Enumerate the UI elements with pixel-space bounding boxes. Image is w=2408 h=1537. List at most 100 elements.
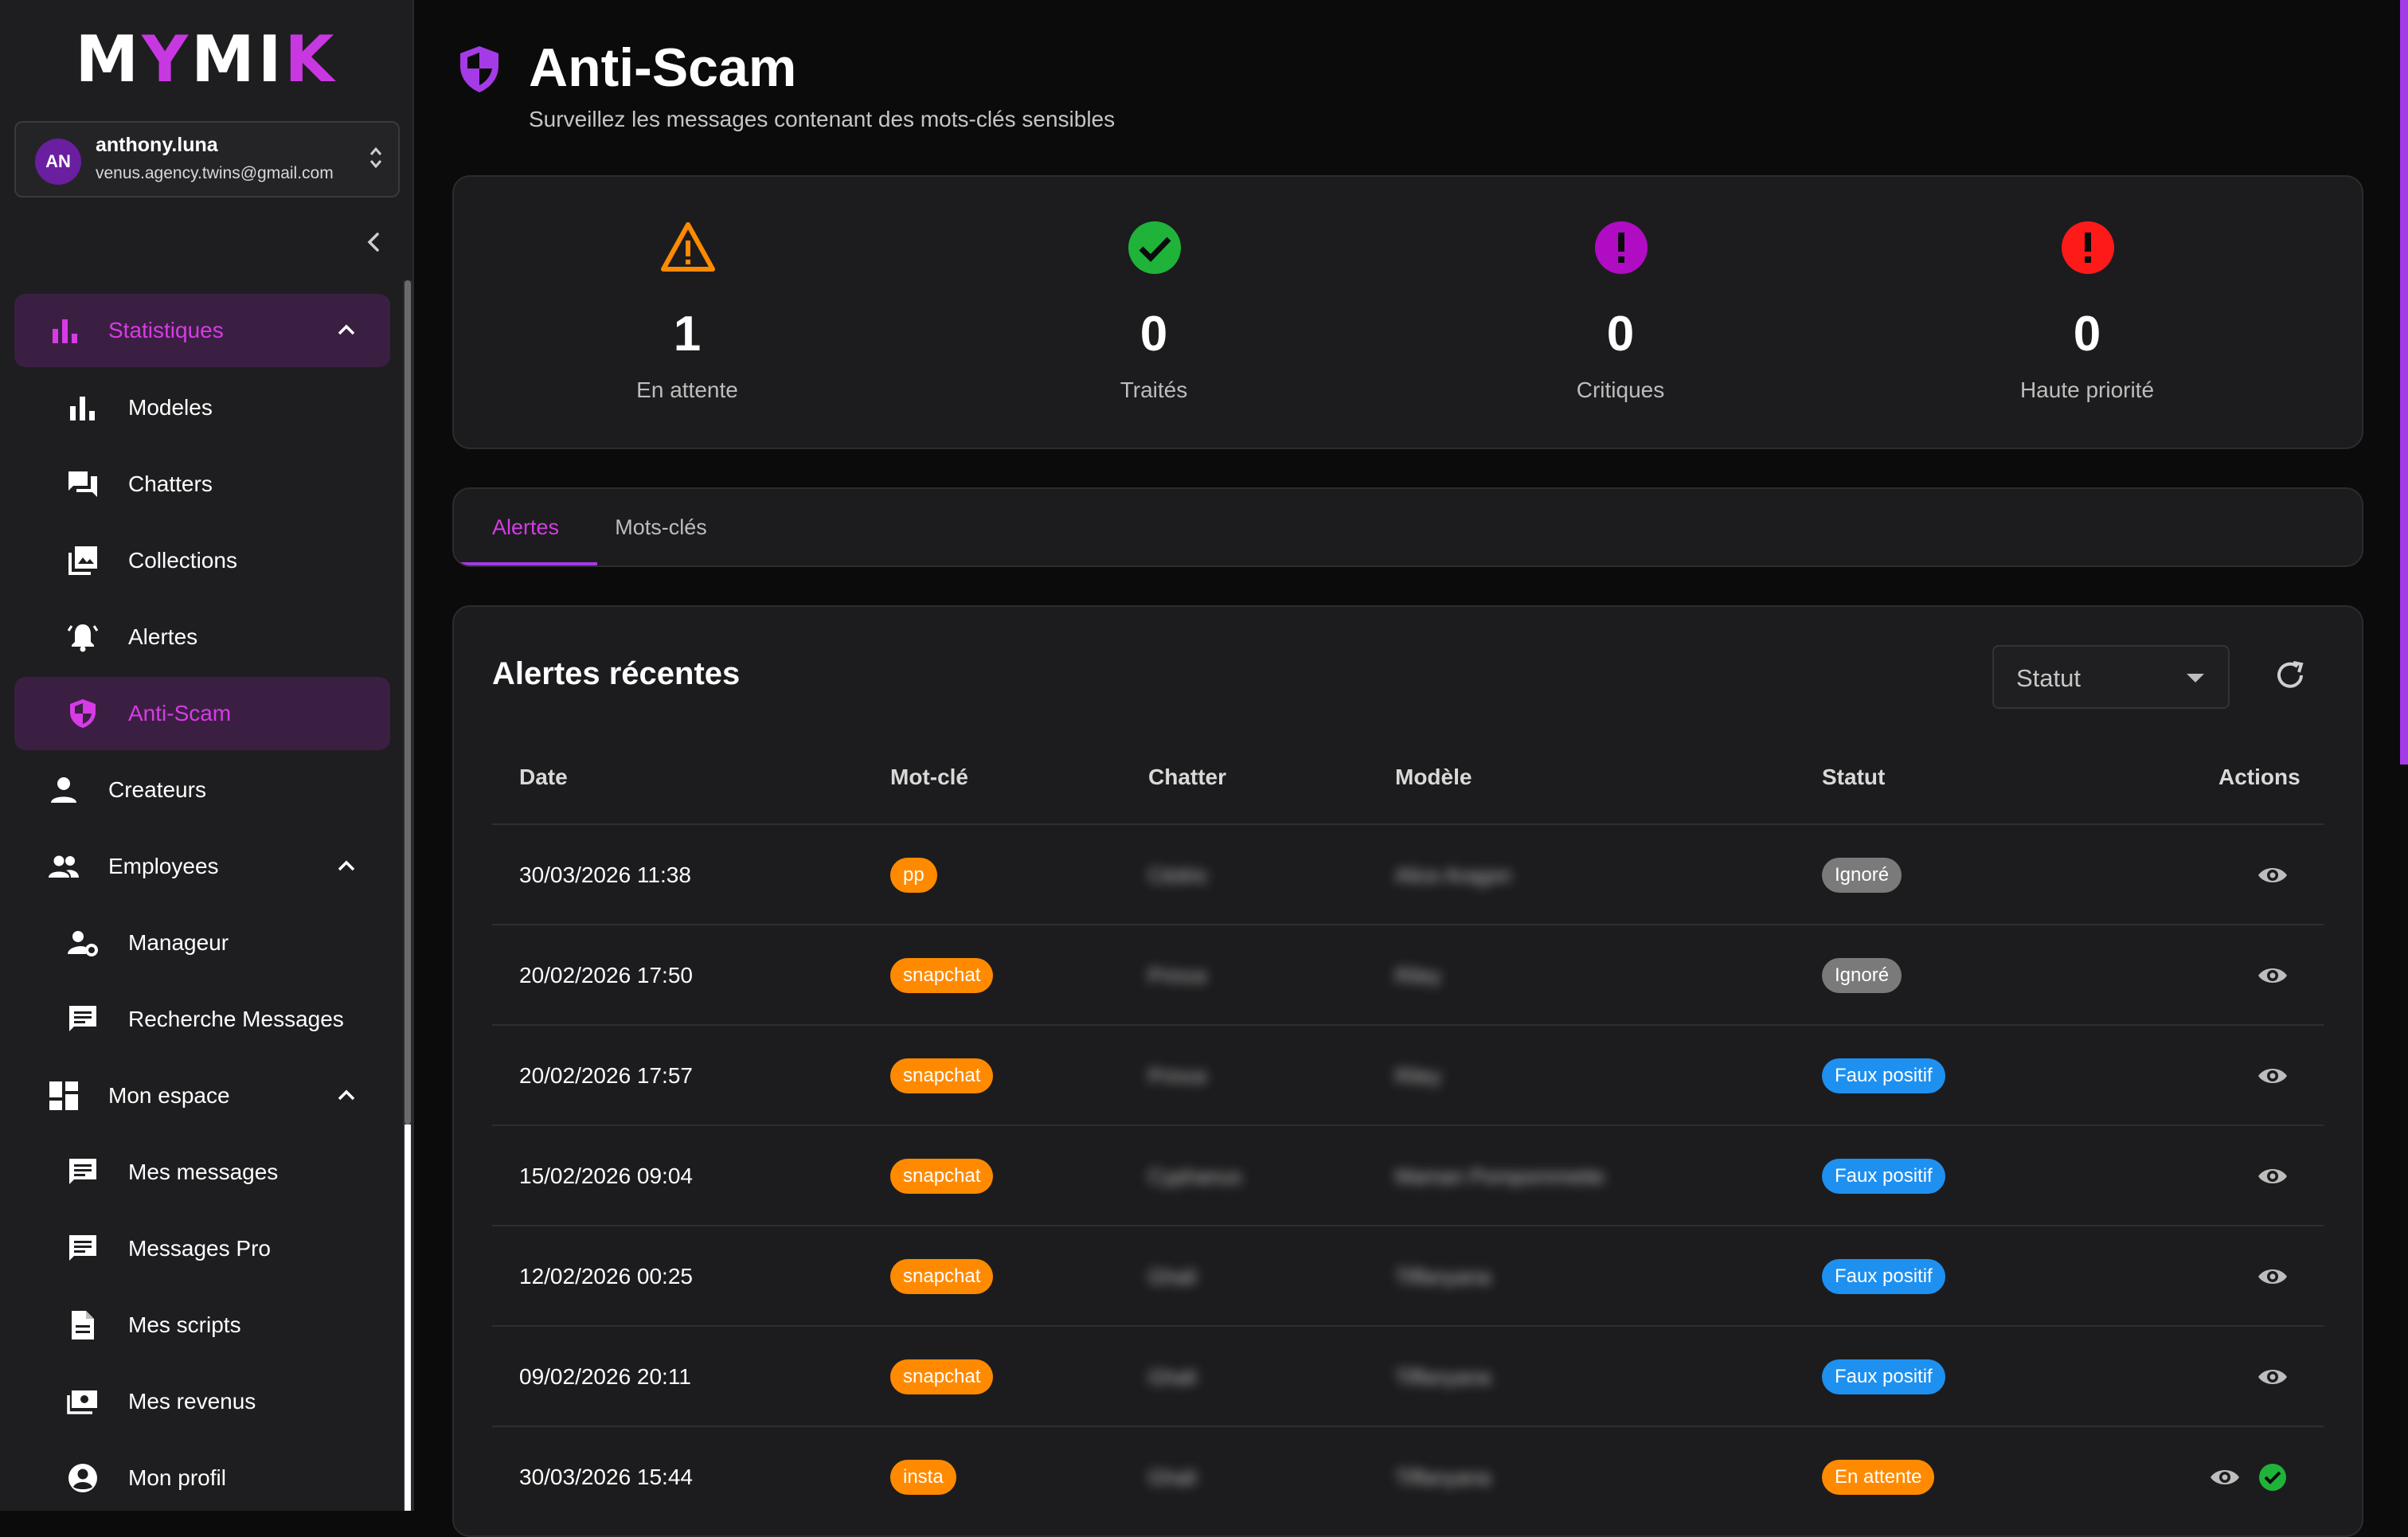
sidebar-item-mes-revenus[interactable]: Mes revenus bbox=[14, 1365, 390, 1438]
alerts-title: Alertes récentes bbox=[492, 656, 741, 691]
message-icon bbox=[69, 1159, 96, 1184]
stat-label: Critiques bbox=[1576, 377, 1665, 402]
sidebar-item-label: Modeles bbox=[128, 395, 213, 420]
table-row[interactable]: 15/02/2026 09:04 snapchat Cyphanus Maman… bbox=[492, 1124, 2324, 1226]
cell-model: Tiffanyana bbox=[1395, 1364, 1491, 1389]
message-icon bbox=[69, 1235, 96, 1261]
bar-chart-icon bbox=[53, 319, 77, 343]
collapse-sidebar-button[interactable] bbox=[360, 228, 389, 256]
cell-chatter: Ghali bbox=[1148, 1465, 1197, 1489]
cell-chatter: Cyphanus bbox=[1148, 1164, 1242, 1188]
sidebar-item-label: Alertes bbox=[128, 624, 198, 649]
sidebar-item-recherche-messages[interactable]: Recherche Messages bbox=[14, 983, 390, 1056]
keyword-pill: snapchat bbox=[890, 1159, 994, 1194]
user-switcher[interactable]: AN anthony.luna venus.agency.twins@gmail… bbox=[14, 121, 400, 198]
col-header-chatter[interactable]: Chatter bbox=[1148, 765, 1226, 790]
sidebar-item-messages-pro[interactable]: Messages Pro bbox=[14, 1212, 390, 1285]
col-header-status[interactable]: Statut bbox=[1822, 765, 1885, 790]
sidebar-item-chatters[interactable]: Chatters bbox=[14, 448, 390, 521]
sidebar-item-label: Anti-Scam bbox=[128, 701, 232, 725]
tabs-bar: Alertes Mots-clés bbox=[452, 487, 2363, 567]
mark-treated-check-icon[interactable] bbox=[2257, 1461, 2289, 1493]
cell-model: Maman Pompommette bbox=[1395, 1164, 1605, 1188]
cell-model: Tiffanyana bbox=[1395, 1465, 1491, 1489]
sidebar-item-statistiques[interactable]: Statistiques bbox=[14, 294, 390, 367]
sidebar-item-label: Mes revenus bbox=[128, 1389, 256, 1414]
status-badge: Faux positif bbox=[1822, 1359, 1945, 1394]
sidebar-scrollbar[interactable] bbox=[403, 280, 412, 1511]
stat-value: 0 bbox=[2073, 307, 2101, 362]
sidebar-item-mon-espace[interactable]: Mon espace bbox=[14, 1059, 390, 1132]
sidebar-item-anti-scam[interactable]: Anti-Scam bbox=[14, 677, 390, 750]
stat-critiques: 0 Critiques bbox=[1387, 177, 1854, 448]
sidebar-item-label: Messages Pro bbox=[128, 1236, 271, 1261]
cell-date: 09/02/2026 20:11 bbox=[519, 1364, 691, 1389]
chevron-up-icon bbox=[338, 1089, 355, 1101]
table-row[interactable]: 20/02/2026 17:50 snapchat Prince Riley I… bbox=[492, 924, 2324, 1026]
stats-card: 1 En attente 0 Traités 0 Critiques 0 Hau… bbox=[452, 175, 2363, 449]
sidebar-item-manageur[interactable]: Manageur bbox=[14, 906, 390, 980]
check-circle-icon bbox=[1128, 221, 1181, 274]
people-icon bbox=[49, 855, 79, 878]
keyword-pill: insta bbox=[890, 1460, 956, 1495]
sidebar-item-createurs[interactable]: Createurs bbox=[14, 753, 390, 827]
sidebar-item-modeles[interactable]: Modeles bbox=[14, 371, 390, 444]
cell-date: 15/02/2026 09:04 bbox=[519, 1164, 693, 1188]
user-email: venus.agency.twins@gmail.com bbox=[96, 164, 334, 182]
status-badge: Ignoré bbox=[1822, 958, 1902, 993]
sidebar-item-mes-scripts[interactable]: Mes scripts bbox=[14, 1289, 390, 1362]
tab-alertes[interactable]: Alertes bbox=[454, 489, 597, 565]
exclamation-circle-icon bbox=[1595, 221, 1648, 274]
chevron-up-icon bbox=[338, 860, 355, 871]
sidebar-item-label: Createurs bbox=[108, 777, 206, 802]
view-eye-icon[interactable] bbox=[2257, 859, 2289, 891]
sidebar-item-mon-profil[interactable]: Mon profil bbox=[14, 1441, 390, 1515]
sidebar-item-label: Statistiques bbox=[108, 318, 224, 342]
chevron-up-icon bbox=[338, 324, 355, 335]
tab-mots-cles[interactable]: Mots-clés bbox=[597, 489, 725, 565]
stat-value: 0 bbox=[1140, 307, 1168, 362]
col-header-model[interactable]: Modèle bbox=[1395, 765, 1472, 790]
view-eye-icon[interactable] bbox=[2257, 1361, 2289, 1393]
status-badge: Ignoré bbox=[1822, 858, 1902, 893]
shield-icon bbox=[460, 46, 498, 92]
stat-haute-priorite: 0 Haute priorité bbox=[1854, 177, 2320, 448]
cell-date: 30/03/2026 15:44 bbox=[519, 1465, 693, 1489]
status-badge: Faux positif bbox=[1822, 1058, 1945, 1093]
status-filter-select[interactable]: Statut bbox=[1992, 645, 2230, 709]
table-row[interactable]: 09/02/2026 20:11 snapchat Ghali Tiffanya… bbox=[492, 1325, 2324, 1427]
view-eye-icon[interactable] bbox=[2257, 1060, 2289, 1092]
cell-model: Alice Aragon bbox=[1395, 862, 1511, 887]
table-row[interactable]: 20/02/2026 17:57 snapchat Prince Riley F… bbox=[492, 1024, 2324, 1126]
sidebar-item-alertes[interactable]: Alertes bbox=[14, 600, 390, 674]
person-icon bbox=[51, 777, 76, 803]
sidebar-item-label: Mes messages bbox=[128, 1160, 279, 1184]
photo-library-icon bbox=[68, 546, 97, 575]
sidebar-item-collections[interactable]: Collections bbox=[14, 524, 390, 597]
view-eye-icon[interactable] bbox=[2257, 1261, 2289, 1293]
sidebar-item-mes-messages[interactable]: Mes messages bbox=[14, 1136, 390, 1209]
table-row[interactable]: 30/03/2026 11:38 pp Cédric Alice Aragon … bbox=[492, 823, 2324, 925]
stat-value: 1 bbox=[673, 307, 702, 362]
sidebar: MYMIK AN anthony.luna venus.agency.twins… bbox=[0, 0, 414, 1511]
document-icon bbox=[72, 1311, 94, 1339]
view-eye-icon[interactable] bbox=[2257, 960, 2289, 991]
sidebar-item-employees[interactable]: Employees bbox=[14, 830, 390, 903]
table-row[interactable]: 12/02/2026 00:25 snapchat Ghali Tiffanya… bbox=[492, 1225, 2324, 1327]
app-logo[interactable]: MYMIK bbox=[0, 22, 412, 96]
sidebar-item-label: Recherche Messages bbox=[128, 1007, 344, 1031]
logo-part: MI bbox=[191, 22, 285, 96]
table-row[interactable]: 30/03/2026 15:44 insta Ghali Tiffanyana … bbox=[492, 1426, 2324, 1527]
col-header-keyword[interactable]: Mot-clé bbox=[890, 765, 968, 790]
page-subtitle: Surveillez les messages contenant des mo… bbox=[529, 107, 1116, 131]
keyword-pill: pp bbox=[890, 858, 937, 893]
page-scrollbar[interactable] bbox=[2400, 0, 2408, 765]
cell-chatter: Prince bbox=[1148, 1063, 1207, 1088]
view-eye-icon[interactable] bbox=[2257, 1160, 2289, 1192]
refresh-button[interactable] bbox=[2273, 658, 2308, 693]
stat-value: 0 bbox=[1606, 307, 1635, 362]
sidebar-item-label: Manageur bbox=[128, 930, 229, 955]
view-eye-icon[interactable] bbox=[2209, 1461, 2241, 1493]
shield-icon bbox=[70, 699, 96, 728]
col-header-date[interactable]: Date bbox=[519, 765, 568, 790]
